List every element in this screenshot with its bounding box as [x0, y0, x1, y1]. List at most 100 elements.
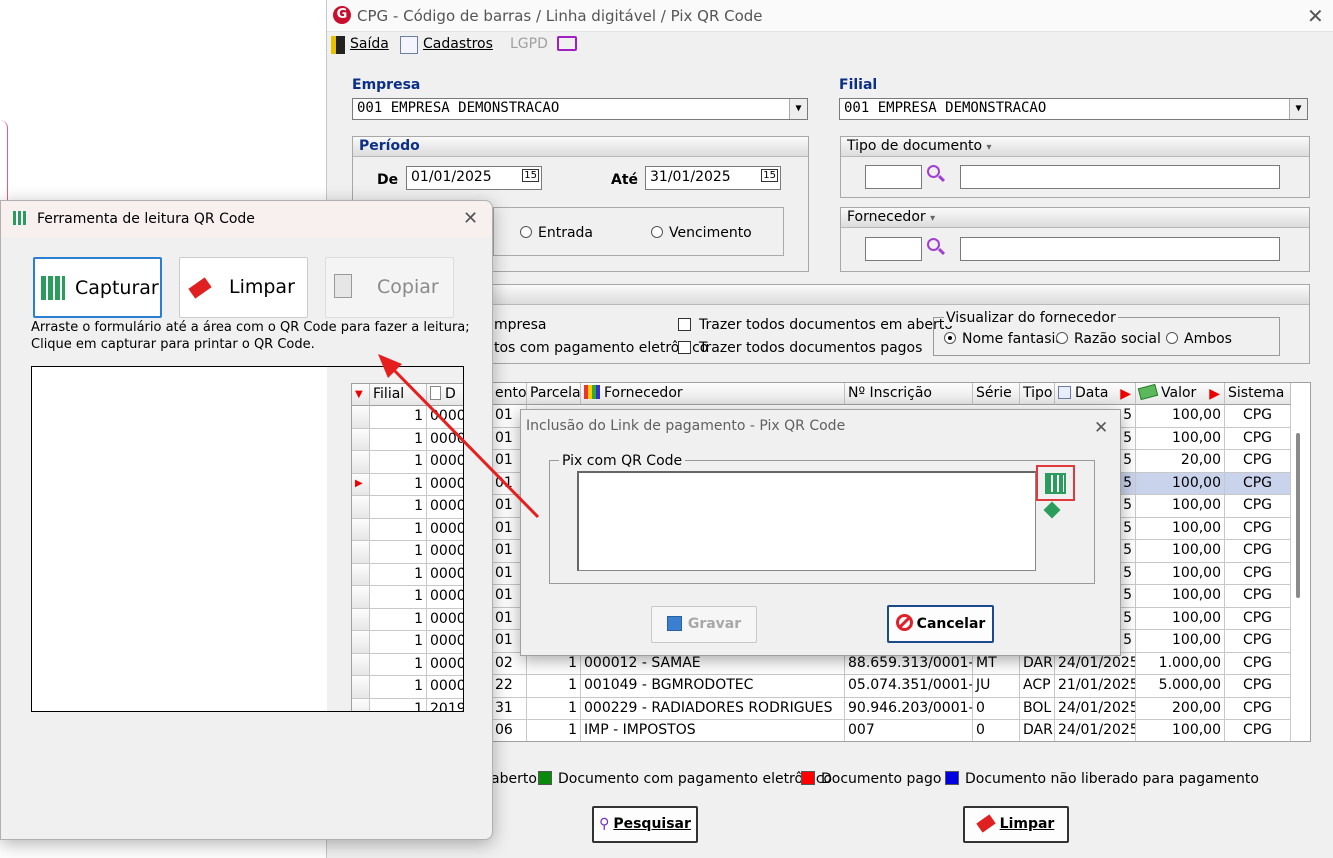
grid-cell-serie[interactable]: 0 [973, 720, 1020, 741]
search-icon[interactable] [927, 165, 946, 183]
grid-cell-valor[interactable]: 20,00 [1136, 450, 1225, 473]
empresa-select[interactable]: 001 EMPRESA DEMONSTRACAO ▼ [352, 98, 808, 120]
limpar-button[interactable]: Limpar [963, 806, 1069, 843]
pix-qrcode-textarea[interactable] [577, 471, 1036, 571]
grid-cell-sistema[interactable]: CPG [1225, 675, 1291, 698]
grid-header-sistema[interactable]: Sistema [1225, 383, 1291, 405]
radio-razao-social[interactable]: Razão social [1056, 331, 1161, 347]
grid-cell-data[interactable]: 21/01/2025 [1055, 675, 1136, 698]
grid-cell-sistema[interactable]: CPG [1225, 427, 1291, 450]
grid-cell-inscricao[interactable]: 90.946.203/0001-68 [845, 697, 973, 720]
calendar-icon[interactable]: 15 [761, 169, 778, 182]
grid-cell-valor[interactable]: 1.000,00 [1136, 652, 1225, 675]
grid-cell-valor[interactable]: 200,00 [1136, 697, 1225, 720]
grid-cell-sistema[interactable]: CPG [1225, 607, 1291, 630]
grid-header-tipo[interactable]: Tipo [1020, 383, 1055, 405]
grid-cell-inscricao[interactable]: 05.074.351/0001-60 [845, 675, 973, 698]
grid-cell-sistema[interactable]: CPG [1225, 562, 1291, 585]
grid-cell-valor[interactable]: 100,00 [1136, 585, 1225, 608]
grid-cell-sistema[interactable]: CPG [1225, 697, 1291, 720]
grid-cell-sistema[interactable]: CPG [1225, 472, 1291, 495]
grid-cell-tipo[interactable]: BOL [1020, 697, 1055, 720]
grid-cell-valor[interactable]: 100,00 [1136, 540, 1225, 563]
grid-cell-parcela[interactable]: 1 [527, 720, 581, 741]
tipo-doc-desc-input[interactable] [960, 165, 1280, 189]
grid-scrollbar[interactable] [1296, 433, 1300, 598]
tipo-doc-code-input[interactable] [865, 165, 922, 189]
grid-cell-tipo[interactable]: DAR [1020, 720, 1055, 741]
grid-header-fornecedor[interactable]: Fornecedor [581, 383, 845, 405]
grid-cell-sistema[interactable]: CPG [1225, 720, 1291, 741]
grid-cell-sistema[interactable]: CPG [1225, 652, 1291, 675]
copiar-button[interactable]: Copiar [325, 257, 454, 318]
ate-date-field[interactable]: 31/01/2025 15 [645, 166, 781, 190]
calendar-icon[interactable]: 15 [522, 169, 539, 182]
grid-cell-sistema[interactable]: CPG [1225, 630, 1291, 653]
peek-cell-doc: 00000 [427, 631, 463, 654]
grid-cell-fornecedor[interactable]: IMP - IMPOSTOS [581, 720, 845, 741]
grid-cell-inscricao[interactable]: 007 [845, 720, 973, 741]
qr-limpar-button[interactable]: Limpar [179, 257, 308, 318]
grid-header-serie[interactable]: Série [973, 383, 1020, 405]
cancelar-button[interactable]: Cancelar [887, 605, 994, 643]
grid-cell-sistema[interactable]: CPG [1225, 450, 1291, 473]
radio-ambos[interactable]: Ambos [1166, 331, 1232, 347]
grid-cell-fornecedor[interactable]: 001049 - BGMRODOTEC [581, 675, 845, 698]
capturar-button[interactable]: Capturar [33, 257, 162, 318]
grid-header-data[interactable]: Data ▶ [1055, 383, 1136, 405]
search-icon[interactable] [927, 238, 946, 256]
checkbox-trazer-aberto[interactable]: Trazer todos documentos em aberto [678, 317, 953, 333]
grid-cell-documento[interactable]: 31 [492, 697, 527, 720]
money-icon [1137, 383, 1159, 401]
grid-cell-valor[interactable]: 100,00 [1136, 427, 1225, 450]
grid-cell-parcela[interactable]: 1 [527, 697, 581, 720]
grid-cell-sistema[interactable]: CPG [1225, 585, 1291, 608]
grid-header-valor[interactable]: Valor ▶ [1136, 383, 1225, 405]
grid-cell-fornecedor[interactable]: 000229 - RADIADORES RODRIGUES [581, 697, 845, 720]
de-date-value: 01/01/2025 [411, 169, 492, 185]
checkbox-trazer-pagos[interactable]: Trazer todos documentos pagos [678, 340, 922, 356]
menu-lgpd[interactable]: LGPD [510, 36, 548, 52]
grid-cell-data[interactable]: 24/01/2025 [1055, 720, 1136, 741]
chevron-down-icon[interactable]: ▼ [789, 99, 807, 119]
grid-cell-data[interactable]: 24/01/2025 [1055, 697, 1136, 720]
grid-cell-sistema[interactable]: CPG [1225, 517, 1291, 540]
grid-cell-valor[interactable]: 100,00 [1136, 607, 1225, 630]
chevron-down-icon[interactable]: ▼ [1289, 99, 1307, 119]
option-empresa[interactable]: mpresa [494, 317, 546, 333]
qr-reader-button[interactable] [1036, 465, 1075, 501]
pix-dialog-close-icon[interactable]: ✕ [1094, 418, 1108, 438]
grid-cell-parcela[interactable]: 1 [527, 675, 581, 698]
grid-cell-tipo[interactable]: ACP [1020, 675, 1055, 698]
main-close-icon[interactable]: ✕ [1307, 6, 1324, 26]
grid-cell-valor[interactable]: 100,00 [1136, 495, 1225, 518]
radio-vencimento[interactable]: Vencimento [651, 225, 752, 241]
grid-cell-valor[interactable]: 100,00 [1136, 405, 1225, 428]
eraser-icon [975, 814, 996, 833]
qr-tool-close-icon[interactable]: ✕ [463, 209, 478, 229]
grid-cell-valor[interactable]: 100,00 [1136, 562, 1225, 585]
grid-cell-sistema[interactable]: CPG [1225, 405, 1291, 428]
gravar-button[interactable]: Gravar [651, 606, 757, 643]
grid-cell-sistema[interactable]: CPG [1225, 540, 1291, 563]
grid-cell-sistema[interactable]: CPG [1225, 495, 1291, 518]
menu-saida[interactable]: Saída [350, 36, 389, 52]
fornecedor-desc-input[interactable] [960, 237, 1280, 261]
grid-cell-valor[interactable]: 100,00 [1136, 720, 1225, 741]
pesquisar-button[interactable]: ⚲ Pesquisar [592, 806, 698, 843]
grid-cell-serie[interactable]: JU [973, 675, 1020, 698]
grid-cell-valor[interactable]: 100,00 [1136, 517, 1225, 540]
grid-cell-valor[interactable]: 5.000,00 [1136, 675, 1225, 698]
grid-cell-documento[interactable]: 06 [492, 720, 527, 741]
grid-cell-valor[interactable]: 100,00 [1136, 472, 1225, 495]
grid-cell-serie[interactable]: 0 [973, 697, 1020, 720]
de-date-field[interactable]: 01/01/2025 15 [406, 166, 542, 190]
filial-select[interactable]: 001 EMPRESA DEMONSTRACAO ▼ [839, 98, 1308, 120]
grid-header-inscricao[interactable]: Nº Inscrição [845, 383, 973, 405]
radio-entrada[interactable]: Entrada [520, 225, 593, 241]
fornecedor-code-input[interactable] [865, 237, 922, 261]
radio-nome-fantasia[interactable]: Nome fantasia [944, 331, 1064, 347]
menu-cadastros[interactable]: Cadastros [423, 36, 493, 52]
grid-cell-valor[interactable]: 100,00 [1136, 630, 1225, 653]
grid-cell-documento[interactable]: 22 [492, 675, 527, 698]
